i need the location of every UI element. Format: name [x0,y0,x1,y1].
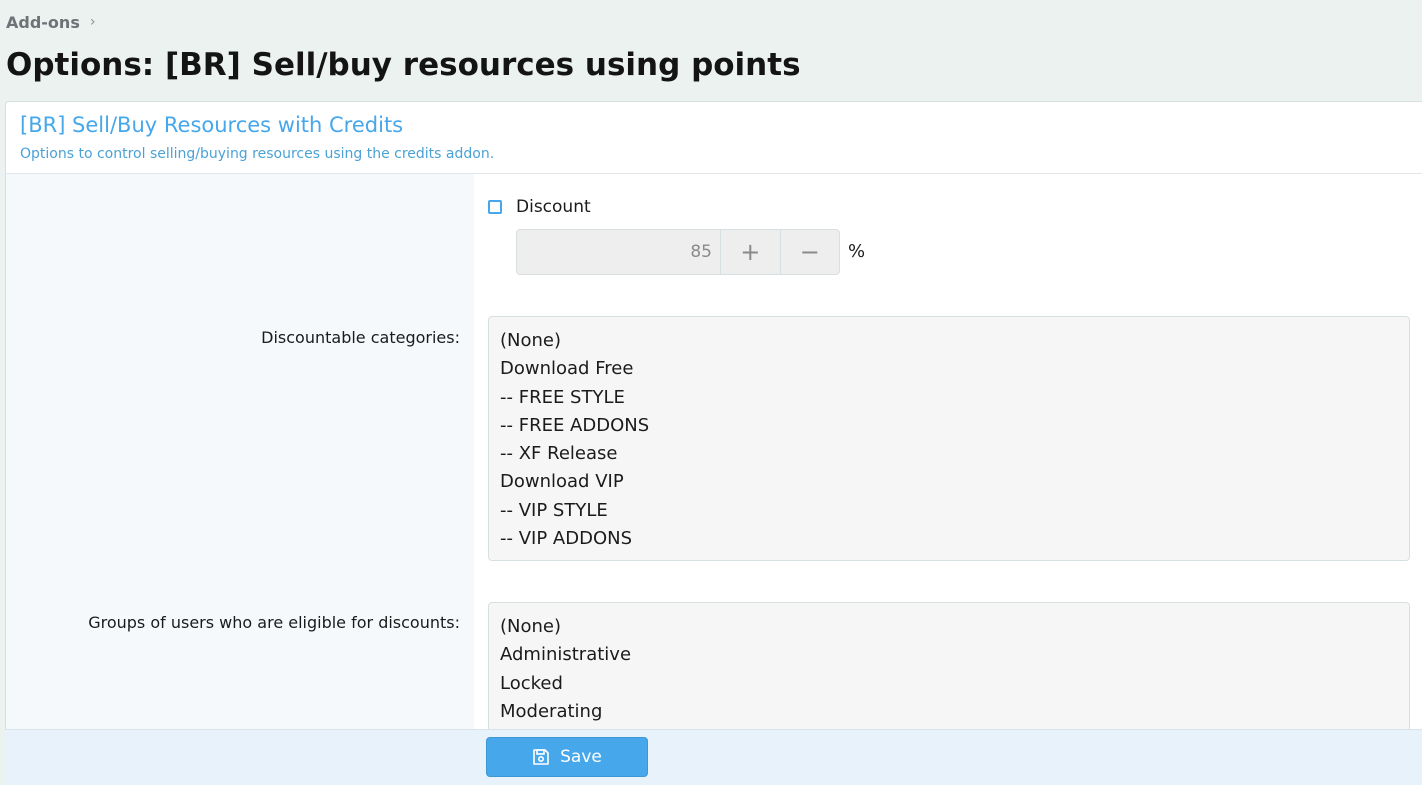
list-item[interactable]: Download VIP [500,468,1398,496]
label-column: Discountable categories: Groups of users… [6,174,474,785]
panel-header: [BR] Sell/Buy Resources with Credits Opt… [6,102,1422,174]
list-item[interactable]: Administrative [500,641,1398,669]
increment-button[interactable]: + [720,230,780,274]
discount-stepper: + − [516,229,840,275]
save-button[interactable]: Save [486,737,648,777]
list-item[interactable]: Locked [500,670,1398,698]
list-item[interactable]: -- FREE ADDONS [500,412,1398,440]
panel-description: Options to control selling/buying resour… [20,146,495,162]
options-panel: [BR] Sell/Buy Resources with Credits Opt… [5,101,1422,785]
percent-unit: % [848,241,866,262]
list-item[interactable]: -- VIP STYLE [500,497,1398,525]
discount-checkbox[interactable] [488,200,502,214]
list-item[interactable]: Download Free [500,355,1398,383]
discount-value-input[interactable] [517,230,720,274]
list-item[interactable]: (None) [500,327,1398,355]
breadcrumb: Add-ons › [6,11,95,33]
breadcrumb-add-ons[interactable]: Add-ons [6,13,80,32]
chevron-right-icon: › [89,14,96,30]
eligible-groups-label: Groups of users who are eligible for dis… [88,613,460,632]
panel-title: [BR] Sell/Buy Resources with Credits [20,113,404,137]
minus-icon: − [799,238,820,266]
list-item[interactable]: (None) [500,613,1398,641]
discount-checkbox-label[interactable]: Discount [516,197,591,217]
floppy-disk-icon [532,748,550,766]
decrement-button[interactable]: − [779,230,840,274]
page-title: Options: [BR] Sell/buy resources using p… [6,47,801,83]
save-button-label: Save [560,747,602,767]
discountable-categories-select[interactable]: (None) Download Free -- FREE STYLE -- FR… [488,316,1410,561]
discountable-categories-label: Discountable categories: [261,328,460,347]
list-item[interactable]: -- XF Release [500,440,1398,468]
list-item[interactable]: -- FREE STYLE [500,384,1398,412]
list-item[interactable]: Moderating [500,698,1398,726]
plus-icon: + [740,238,761,266]
form-footer: Save [5,729,1422,785]
list-item[interactable]: -- VIP ADDONS [500,525,1398,553]
